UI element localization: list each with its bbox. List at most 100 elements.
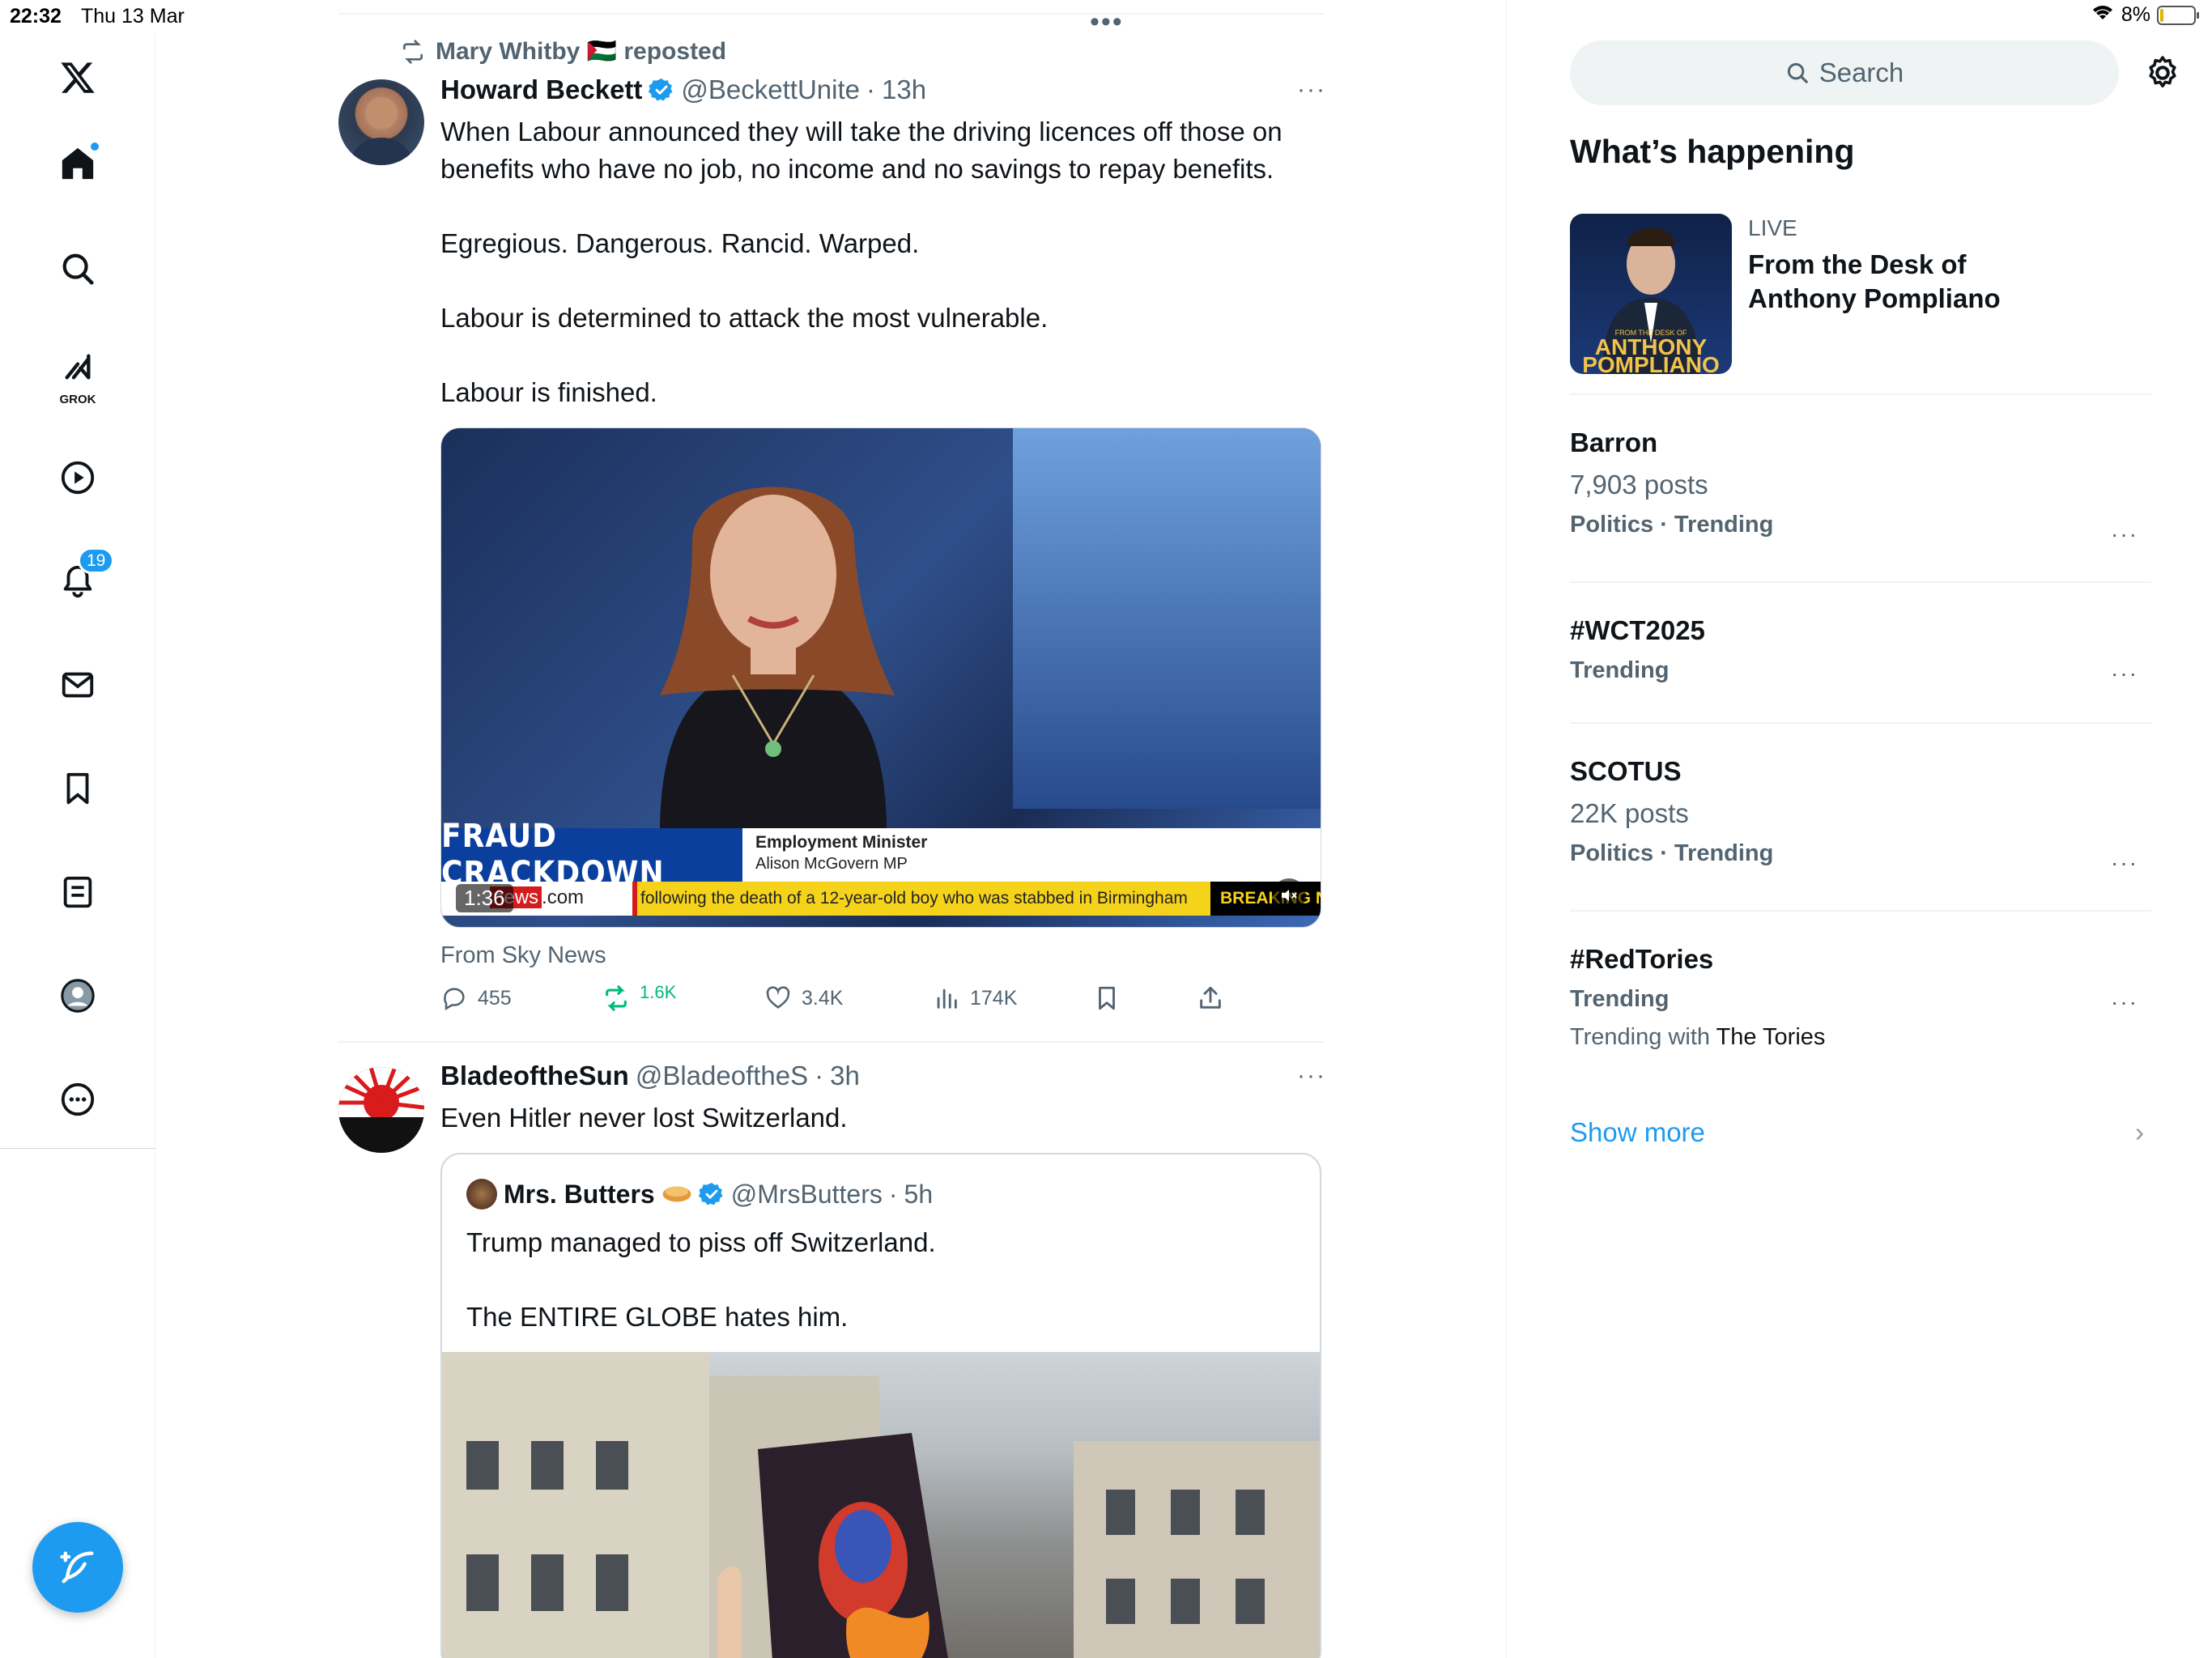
- quote-time: 5h: [904, 1179, 934, 1209]
- video-icon[interactable]: [49, 449, 107, 507]
- show-more-link[interactable]: Show more: [1570, 1117, 1705, 1148]
- quote-header: Mrs. Butters @MrsButters · 5h: [466, 1179, 933, 1209]
- live-title[interactable]: From the Desk of Anthony Pompliano: [1748, 248, 2072, 316]
- trend-item-barron[interactable]: Barron 7,903 posts Politics · Trending ·…: [1570, 427, 2151, 546]
- trend-item-wct2025[interactable]: #WCT2025 Trending ···: [1570, 615, 2151, 687]
- live-label: LIVE: [1748, 215, 1797, 240]
- trend-name: #RedTories: [1570, 944, 1714, 974]
- tweet-time[interactable]: 3h: [830, 1061, 860, 1091]
- views-button[interactable]: 174K: [933, 984, 1017, 1012]
- trend-meta: Trending: [1570, 657, 1670, 683]
- svg-text:POMPLIANO: POMPLIANO: [1582, 352, 1720, 374]
- author-name[interactable]: BladeoftheSun: [440, 1061, 629, 1091]
- repost-button[interactable]: 1.6K: [602, 982, 677, 1012]
- profile-icon[interactable]: [49, 967, 107, 1025]
- more-icon[interactable]: [49, 1070, 107, 1129]
- video-source[interactable]: From Sky News: [440, 942, 606, 969]
- trend-name: Barron: [1570, 427, 1658, 457]
- trend-more-icon[interactable]: ···: [2111, 850, 2138, 876]
- chevron-right-icon: ›: [2135, 1117, 2144, 1147]
- separator-dot: ·: [815, 1061, 824, 1090]
- timeline: ••• Mary Whitby 🇵🇸 reposted Howard Becke…: [338, 0, 1325, 1658]
- trend-more-icon[interactable]: ···: [2111, 521, 2138, 547]
- search-bar[interactable]: Search: [1570, 40, 2119, 105]
- burning-poster-icon: [717, 1433, 948, 1658]
- status-date: Thu 13 Mar: [81, 5, 185, 28]
- avatar-bladeofthesun[interactable]: [338, 1067, 424, 1153]
- avatar-mrs-butters: [466, 1179, 497, 1209]
- notifications-badge: 19: [78, 547, 115, 574]
- news-ticker-text: following the death of a 12-year-old boy…: [632, 882, 1210, 916]
- right-sidebar: Search What’s happening FROM THE DESK OF…: [1506, 0, 2212, 1658]
- quote-text: Trump managed to piss off Switzerland. T…: [466, 1227, 936, 1332]
- news-banner-title: FRAUD CRACKDOWN: [441, 818, 742, 892]
- video-frame-presenter: [660, 487, 895, 833]
- like-button[interactable]: 3.4K: [764, 984, 843, 1012]
- repost-icon: [606, 985, 627, 1011]
- repost-indicator[interactable]: Mary Whitby 🇵🇸 reposted: [400, 37, 726, 66]
- tweet1-header: Howard Beckett @BeckettUnite · 13h: [440, 74, 926, 105]
- author-name[interactable]: Howard Beckett: [440, 74, 642, 105]
- live-thumbnail[interactable]: FROM THE DESK OF ANTHONY POMPLIANO: [1570, 214, 1732, 374]
- bell-icon[interactable]: 19: [49, 547, 115, 610]
- bookmark-icon: [1099, 986, 1115, 1010]
- quoted-tweet[interactable]: Mrs. Butters @MrsButters · 5h Trump mana…: [440, 1153, 1321, 1658]
- settings-gear-icon[interactable]: [2143, 53, 2182, 92]
- tweet1-video[interactable]: FRAUD CRACKDOWN Employment Minister Alis…: [440, 427, 1321, 928]
- like-count: 3.4K: [802, 986, 844, 1010]
- trend-item-scotus[interactable]: SCOTUS 22K posts Politics · Trending ···: [1570, 756, 2151, 875]
- search-placeholder: Search: [1819, 57, 1904, 87]
- trend-name: SCOTUS: [1570, 756, 1682, 786]
- whats-happening-title: What’s happening: [1570, 133, 1855, 170]
- search-icon[interactable]: [49, 240, 107, 298]
- tweet2-header: BladeoftheSun @BladeoftheS · 3h: [440, 1061, 860, 1091]
- tweet1-more-icon[interactable]: ···: [1297, 76, 1326, 104]
- mail-icon[interactable]: [49, 656, 107, 714]
- verified-badge-icon: [649, 79, 673, 101]
- quote-author-handle: @MrsButters: [730, 1179, 883, 1209]
- author-handle[interactable]: @BladeoftheS: [636, 1061, 808, 1091]
- tweet-time[interactable]: 13h: [882, 74, 926, 105]
- bookmark-button[interactable]: [1093, 984, 1121, 1012]
- share-button[interactable]: [1197, 984, 1224, 1012]
- nav-divider: [0, 1148, 155, 1149]
- tweet-separator: [338, 1041, 1325, 1043]
- compose-button[interactable]: [32, 1522, 123, 1613]
- mute-icon[interactable]: [1272, 878, 1306, 912]
- x-logo-icon[interactable]: [49, 49, 107, 107]
- video-duration: 1:36: [456, 884, 513, 912]
- reply-icon: [444, 988, 465, 1011]
- repost-icon: [403, 39, 423, 64]
- separator-dot: ·: [866, 74, 875, 104]
- grok-label: GROK: [59, 393, 96, 406]
- home-notification-dot: [89, 141, 100, 152]
- trend-posts: 22K posts: [1570, 798, 1689, 828]
- share-icon: [1200, 986, 1221, 1009]
- avatar-howard-beckett[interactable]: [338, 79, 424, 165]
- bookmark-icon[interactable]: [49, 759, 107, 818]
- tweet1-text: When Labour announced they will take the…: [440, 117, 1283, 407]
- trend-meta: Trending: [1570, 986, 1670, 1012]
- tweet2-more-icon[interactable]: ···: [1297, 1062, 1326, 1090]
- trend-separator: [1570, 722, 2151, 724]
- trend-item-redtories[interactable]: #RedTories Trending Trending with The To…: [1570, 944, 2151, 1051]
- repost-count: 1.6K: [640, 982, 677, 1002]
- trend-more-icon[interactable]: ···: [2111, 989, 2138, 1015]
- trend-separator: [1570, 393, 2151, 395]
- left-nav: GROK 19: [0, 32, 155, 1658]
- quote-image[interactable]: [442, 1352, 1320, 1658]
- separator-dot: ·: [888, 1179, 898, 1209]
- search-icon: [1787, 62, 1808, 83]
- views-icon: [937, 988, 957, 1009]
- grok-icon[interactable]: GROK: [49, 343, 107, 406]
- author-handle[interactable]: @BeckettUnite: [681, 74, 860, 105]
- news-banner-subtitle-role: Employment Minister: [755, 833, 928, 852]
- timeline-more-icon[interactable]: •••: [1090, 6, 1124, 38]
- list-icon[interactable]: [49, 863, 107, 921]
- trend-more-icon[interactable]: ···: [2111, 661, 2138, 687]
- trend-separator: [1570, 910, 2151, 912]
- reply-button[interactable]: 455: [440, 984, 512, 1012]
- home-icon[interactable]: [49, 134, 107, 193]
- news-banner-subtitle-name: Alison McGovern MP: [755, 855, 908, 873]
- trend-meta: Politics · Trending: [1570, 840, 1774, 866]
